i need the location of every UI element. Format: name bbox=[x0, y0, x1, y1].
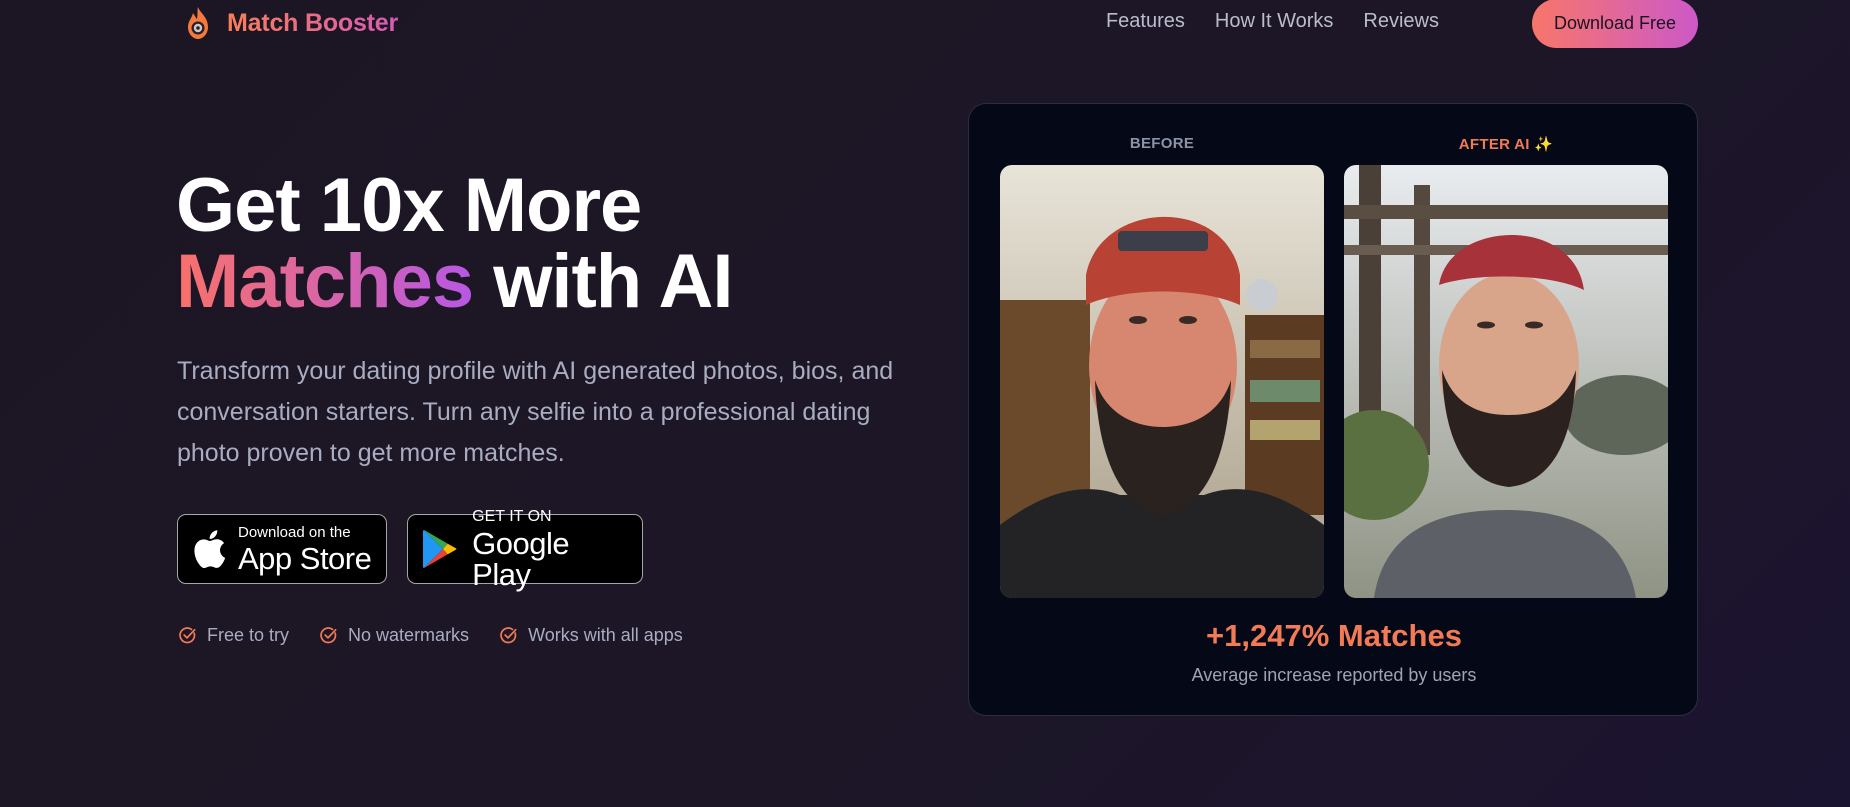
download-free-button[interactable]: Download Free bbox=[1532, 0, 1698, 48]
match-increase-caption: Average increase reported by users bbox=[1191, 665, 1477, 685]
feature-label: Works with all apps bbox=[528, 625, 683, 645]
feature-label: No watermarks bbox=[348, 625, 470, 645]
headline-line-1: Get 10x More bbox=[176, 163, 642, 248]
brand-name: Match Booster bbox=[227, 8, 399, 37]
feature-label: Free to try bbox=[207, 625, 290, 645]
brand-logo[interactable]: Match Booster bbox=[183, 6, 398, 40]
hero-subtitle: Transform your dating profile with AI ge… bbox=[177, 357, 894, 467]
hero-headline: Get 10x More Matches with AI bbox=[176, 163, 734, 320]
after-photo bbox=[1344, 165, 1668, 598]
app-store-button[interactable]: Download on the App Store bbox=[177, 514, 387, 584]
feature-item: No watermarks bbox=[319, 625, 469, 646]
check-circle-icon bbox=[320, 627, 337, 644]
headline-highlight: Matches bbox=[176, 239, 474, 324]
google-play-big-label: Google Play bbox=[472, 525, 570, 592]
google-play-small-label: GET IT ON bbox=[472, 507, 552, 525]
headline-line-2: Matches with AI bbox=[176, 244, 734, 320]
google-play-icon bbox=[422, 529, 457, 569]
apple-icon bbox=[194, 530, 226, 569]
top-navigation: Match Booster Features How It Works Revi… bbox=[0, 0, 1850, 48]
nav-link-how-it-works[interactable]: How It Works bbox=[1215, 10, 1334, 33]
before-photo bbox=[1000, 165, 1324, 598]
nav-link-features[interactable]: Features bbox=[1106, 10, 1185, 33]
before-after-card: BEFORE AFTER AI ✨ +1,247% Matches Averag… bbox=[968, 103, 1698, 716]
google-play-button[interactable]: GET IT ON Google Play bbox=[407, 508, 643, 590]
before-label: BEFORE bbox=[1129, 135, 1195, 152]
flame-icon bbox=[188, 7, 208, 39]
match-increase-stat: +1,247% Matches bbox=[1206, 618, 1462, 653]
feature-item: Free to try bbox=[178, 625, 289, 646]
google-play-text: GET IT ON Google Play bbox=[472, 507, 628, 592]
headline-rest: with AI bbox=[493, 239, 733, 324]
nav-link-reviews[interactable]: Reviews bbox=[1363, 10, 1439, 33]
after-label: AFTER AI ✨ bbox=[1458, 136, 1554, 153]
nav-links: Features How It Works Reviews bbox=[1106, 10, 1439, 33]
app-store-small-label: Download on the bbox=[238, 523, 351, 541]
feature-checklist: Free to try No watermarks Works with all… bbox=[178, 625, 683, 646]
check-circle-icon bbox=[179, 627, 196, 644]
feature-item: Works with all apps bbox=[499, 625, 683, 646]
app-store-big-label: App Store bbox=[238, 540, 372, 576]
app-store-text: Download on the App Store bbox=[238, 523, 372, 576]
store-buttons: Download on the App Store GET IT ON Goog… bbox=[177, 508, 643, 590]
check-circle-icon bbox=[500, 627, 517, 644]
